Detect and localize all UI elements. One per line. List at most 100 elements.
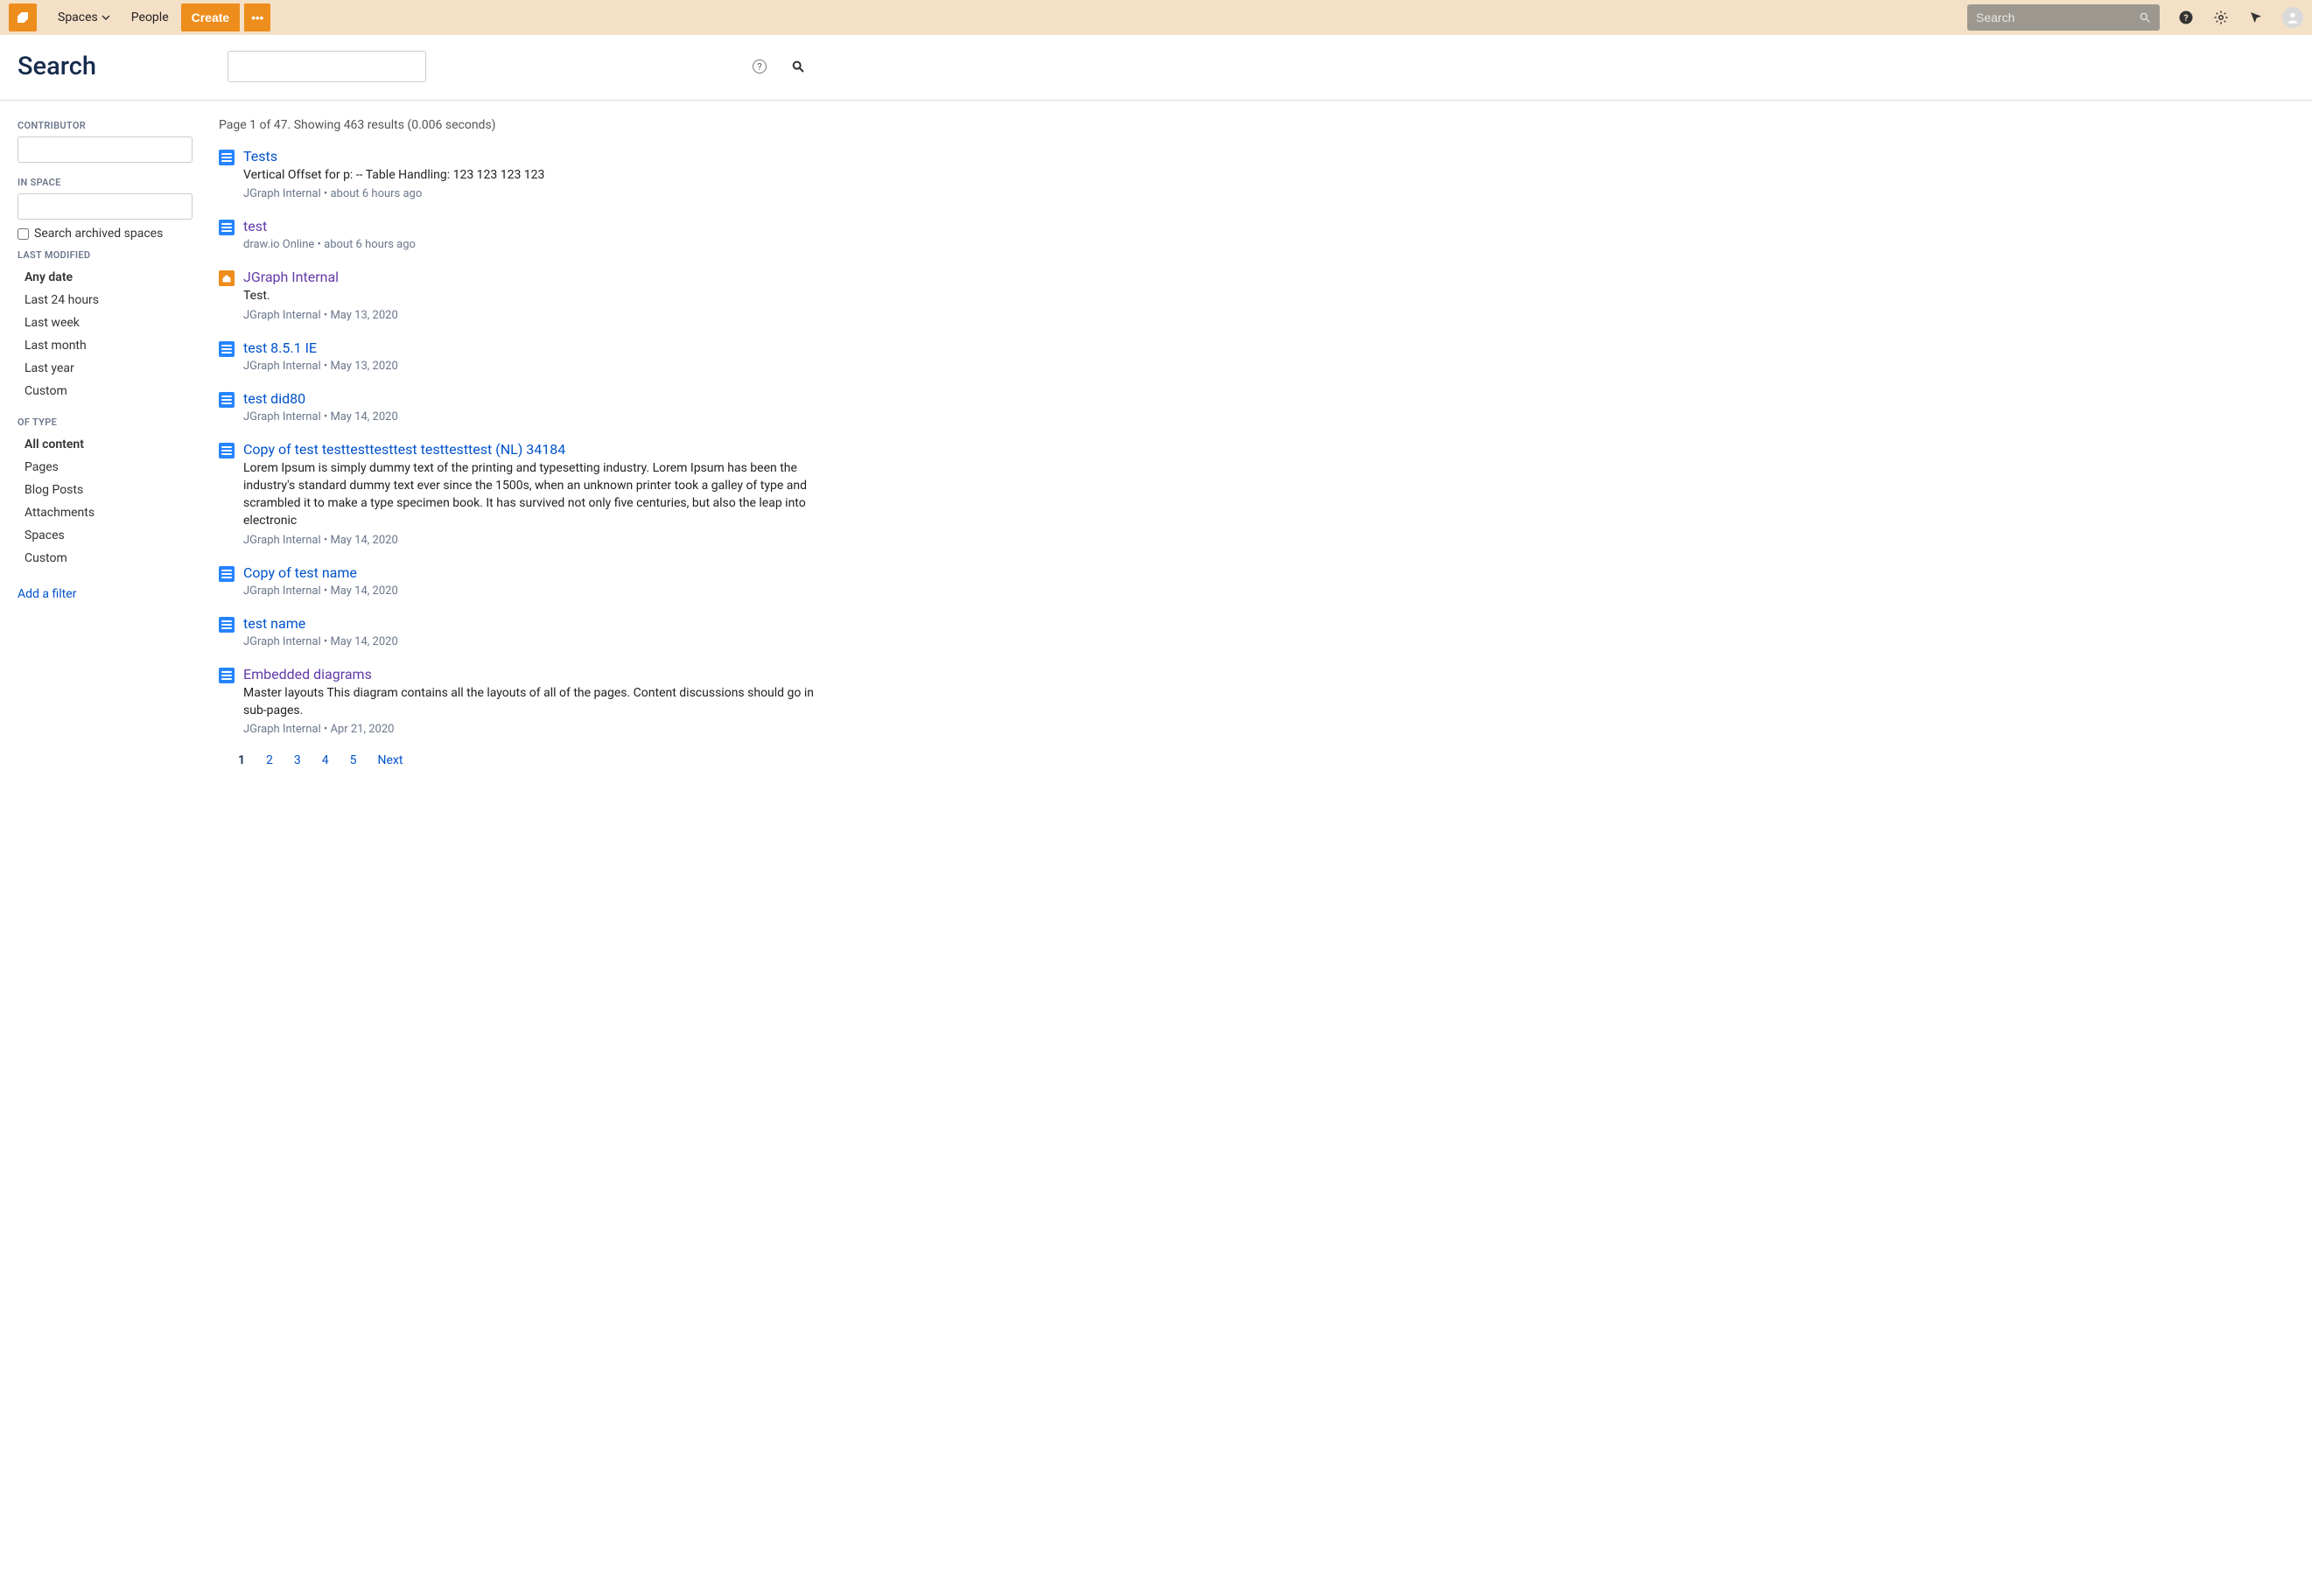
result-title-link[interactable]: Copy of test name	[243, 564, 357, 581]
page-5[interactable]: 5	[350, 753, 357, 767]
result-title-link[interactable]: Copy of test testtesttesttest testtestte…	[243, 441, 565, 458]
result-snippet: Vertical Offset for p: -- Table Handling…	[243, 166, 831, 184]
result-meta: JGraph Internal • May 13, 2020	[243, 360, 831, 373]
result-body: Copy of test testtesttesttest testtestte…	[243, 441, 831, 547]
page-icon	[219, 150, 235, 165]
page-4[interactable]: 4	[322, 753, 329, 767]
title-bar: Search ?	[0, 35, 2312, 89]
filter-type-attach[interactable]: Attachments	[18, 501, 193, 524]
filter-modified-custom[interactable]: Custom	[18, 380, 193, 402]
result-title-link[interactable]: test	[243, 218, 267, 234]
nav-people-label: People	[131, 10, 169, 24]
result-body: test 8.5.1 IE JGraph Internal • May 13, 2…	[243, 340, 831, 373]
filter-modified-year[interactable]: Last year	[18, 357, 193, 380]
filter-modified-any[interactable]: Any date	[18, 266, 193, 289]
notifications-button[interactable]	[2247, 9, 2265, 26]
result-body: test draw.io Online • about 6 hours ago	[243, 218, 831, 251]
create-more-button[interactable]: •••	[244, 4, 270, 32]
filter-modified-week[interactable]: Last week	[18, 312, 193, 334]
result-meta: JGraph Internal • May 14, 2020	[243, 584, 831, 598]
page-title: Search	[18, 52, 96, 81]
filter-modified-list: Any date Last 24 hours Last week Last mo…	[18, 266, 193, 402]
result-body: test did80JGraph Internal • May 14, 2020	[243, 390, 831, 424]
result-title-link[interactable]: test did80	[243, 390, 305, 407]
archived-label: Search archived spaces	[34, 227, 163, 241]
page-2[interactable]: 2	[266, 753, 273, 767]
result-meta: JGraph Internal • May 14, 2020	[243, 635, 831, 648]
user-icon	[2286, 10, 2300, 24]
result-body: JGraph Internal Test. JGraph Internal • Ma…	[243, 269, 831, 321]
add-filter-link[interactable]: Add a filter	[18, 584, 193, 605]
nav-spaces[interactable]: Spaces	[49, 5, 119, 30]
space-icon	[219, 270, 235, 286]
nav-spaces-label: Spaces	[58, 10, 98, 24]
result-title-link[interactable]: test 8.5.1 IE	[243, 340, 317, 356]
result-meta: JGraph Internal • Apr 21, 2020	[243, 723, 831, 736]
filter-contributor-input[interactable]	[18, 136, 193, 163]
result-body: Embedded diagrams Master layouts This dia…	[243, 666, 831, 737]
filter-type-blog[interactable]: Blog Posts	[18, 479, 193, 501]
filter-type-heading: Of type	[18, 416, 193, 428]
page-icon	[219, 566, 235, 582]
filter-type-spaces[interactable]: Spaces	[18, 524, 193, 547]
search-submit-button[interactable]	[791, 60, 805, 74]
filter-space-input[interactable]	[18, 193, 193, 220]
result-title-link[interactable]: Embedded diagrams	[243, 666, 372, 682]
archived-checkbox[interactable]	[18, 228, 29, 240]
search-icon	[2139, 11, 2151, 24]
search-result: Copy of test name JGraph Internal • May 1…	[219, 564, 831, 598]
user-avatar[interactable]	[2282, 7, 2303, 28]
filter-modified-24h[interactable]: Last 24 hours	[18, 289, 193, 312]
search-result: Copy of test testtesttesttest testtestte…	[219, 441, 831, 547]
search-result: test did80JGraph Internal • May 14, 2020	[219, 390, 831, 424]
global-search-input[interactable]	[1967, 4, 2160, 31]
app-logo[interactable]	[9, 4, 37, 32]
result-meta: JGraph Internal • May 13, 2020	[243, 309, 831, 322]
result-snippet: Test.	[243, 287, 831, 304]
filter-space-heading: In space	[18, 177, 193, 188]
results-list: Tests Vertical Offset for p: -- Table Han…	[219, 148, 831, 736]
result-body: Tests Vertical Offset for p: -- Table Han…	[243, 148, 831, 200]
create-button[interactable]: Create	[181, 4, 241, 32]
page-icon	[219, 220, 235, 235]
results-meta: Page 1 of 47. Showing 463 results (0.006…	[219, 118, 831, 132]
bell-icon	[2249, 10, 2263, 24]
result-meta: draw.io Online • about 6 hours ago	[243, 238, 831, 251]
filter-modified-heading: Last modified	[18, 249, 193, 261]
page-icon	[219, 668, 235, 683]
result-title-link[interactable]: Tests	[243, 148, 277, 164]
help-icon: ?	[2178, 10, 2194, 25]
filter-type-custom[interactable]: Custom	[18, 547, 193, 570]
page-3[interactable]: 3	[294, 753, 301, 767]
archived-checkbox-row[interactable]: Search archived spaces	[18, 227, 193, 241]
search-result: JGraph Internal Test. JGraph Internal • Ma…	[219, 269, 831, 321]
results-area: Page 1 of 47. Showing 463 results (0.006…	[219, 118, 831, 767]
search-help-icon[interactable]: ?	[753, 60, 767, 74]
filter-type-all[interactable]: All content	[18, 433, 193, 456]
filter-modified-month[interactable]: Last month	[18, 334, 193, 357]
settings-button[interactable]	[2212, 9, 2230, 26]
search-result: test draw.io Online • about 6 hours ago	[219, 218, 831, 251]
page-icon	[219, 392, 235, 408]
page-search-input[interactable]	[228, 51, 426, 82]
help-button[interactable]: ?	[2177, 9, 2195, 26]
result-body: Copy of test name JGraph Internal • May 1…	[243, 564, 831, 598]
nav-people[interactable]: People	[123, 5, 178, 30]
filter-type-list: All content Pages Blog Posts Attachments…	[18, 433, 193, 570]
result-title-link[interactable]: JGraph Internal	[243, 269, 339, 285]
gear-icon	[2213, 10, 2229, 25]
search-result: Embedded diagrams Master layouts This dia…	[219, 666, 831, 737]
filter-type-pages[interactable]: Pages	[18, 456, 193, 479]
page-1[interactable]: 1	[238, 753, 245, 767]
search-result: Tests Vertical Offset for p: -- Table Han…	[219, 148, 831, 200]
result-meta: JGraph Internal • about 6 hours ago	[243, 187, 831, 200]
search-result: test name JGraph Internal • May 14, 2020	[219, 615, 831, 648]
filter-contributor-heading: Contributor	[18, 120, 193, 131]
result-meta: JGraph Internal • May 14, 2020	[243, 534, 831, 547]
result-snippet: Master layouts This diagram contains all…	[243, 684, 831, 720]
page-next[interactable]: Next	[378, 753, 403, 767]
result-snippet: Lorem Ipsum is simply dummy text of the …	[243, 459, 831, 530]
search-result: test 8.5.1 IE JGraph Internal • May 13, 2…	[219, 340, 831, 373]
result-title-link[interactable]: test name	[243, 615, 305, 632]
svg-text:?: ?	[2183, 12, 2188, 24]
